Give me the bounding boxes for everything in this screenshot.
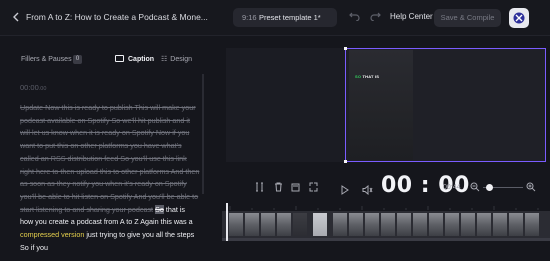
fillers-pauses-label[interactable]: Fillers & Pauses [21,56,72,63]
preset-name: Preset template 1* [259,13,321,22]
project-title[interactable]: From A to Z: How to Create a Podcast & M… [26,12,226,22]
segment-timestamp: 00:00.00 [20,83,46,92]
timestamp-ms: .00 [38,86,47,92]
timestamp-main: 00:00 [20,83,39,92]
timeline-thumbnail [525,213,540,236]
play-icon[interactable] [340,182,349,200]
zoom-in-icon[interactable] [526,182,536,194]
aspect-ratio-label: 9:16 [242,13,257,22]
timeline-thumbnail [349,213,364,236]
timeline-thumbnail [277,213,292,236]
tab-caption-label: Caption [128,56,155,63]
current-word[interactable]: So [155,204,164,214]
timeline-thumbnail [381,213,396,236]
help-center-link[interactable]: Help Center [390,12,433,21]
tab-caption[interactable]: Caption [115,55,154,63]
timeline-thumbnail [333,213,348,236]
zoom-slider-knob[interactable] [486,184,493,191]
highlighted-keyword[interactable]: compressed version [20,230,84,239]
timeline-ruler[interactable] [222,205,550,210]
video-caption-overlay: SO THAT IS [355,74,379,79]
timeline-thumbnail [429,213,444,236]
timeline-thumbnail [293,213,308,236]
caption-word: THAT IS [362,74,380,79]
timeline-thumbnail [509,213,524,236]
audio-waveform-track[interactable] [222,238,550,241]
logo-icon [513,12,525,24]
redo-icon[interactable] [370,11,382,23]
trash-icon[interactable] [274,182,283,194]
save-compile-button[interactable]: Save & Compile [434,9,501,27]
tab-design[interactable]: ☷ Design [161,55,192,63]
undo-icon[interactable] [349,11,361,23]
top-bar: From A to Z: How to Create a Podcast & M… [0,0,550,36]
timeline-thumbnail [245,213,260,236]
volume-icon[interactable] [362,182,373,200]
caption-icon [115,55,124,62]
user-avatar[interactable] [509,8,529,28]
sliders-icon: ☷ [161,56,168,63]
resize-handle[interactable] [344,47,347,50]
tab-design-label: Design [170,56,193,63]
left-panel: Fillers & Pauses 0 Caption ☷ Design 00:00… [0,37,210,261]
caption-highlight-word: SO [355,74,362,79]
copy-icon[interactable] [291,182,300,194]
transcript-text[interactable]: Update Now this is ready to publish This… [20,102,200,254]
fillers-count-badge: 0 [73,55,82,64]
chevron-left-icon[interactable] [12,12,22,24]
split-icon[interactable] [255,182,264,194]
timeline-thumbnail [261,213,276,236]
timeline-thumbnail [365,213,380,236]
timeline-thumbnail [313,213,328,236]
expand-icon[interactable] [309,182,318,194]
timeline-thumbnail [413,213,428,236]
zoom-out-icon[interactable] [470,182,480,194]
timeline-thumbnail [229,213,244,236]
timeline-thumbnail [397,213,412,236]
deleted-transcript-text[interactable]: Update Now this is ready to publish This… [20,103,199,214]
total-duration: 00:44 [443,184,461,191]
timeline-thumbnail [493,213,508,236]
resize-handle[interactable] [344,160,347,163]
timeline-playhead[interactable] [226,203,228,241]
transcript-scrollbar[interactable] [202,74,204,194]
preset-template-dropdown[interactable]: 9:16 Preset template 1* [233,8,337,27]
video-preview [349,50,413,160]
timeline-thumbnail [477,213,492,236]
timeline-thumbnail [445,213,460,236]
timeline-thumbnail [461,213,476,236]
